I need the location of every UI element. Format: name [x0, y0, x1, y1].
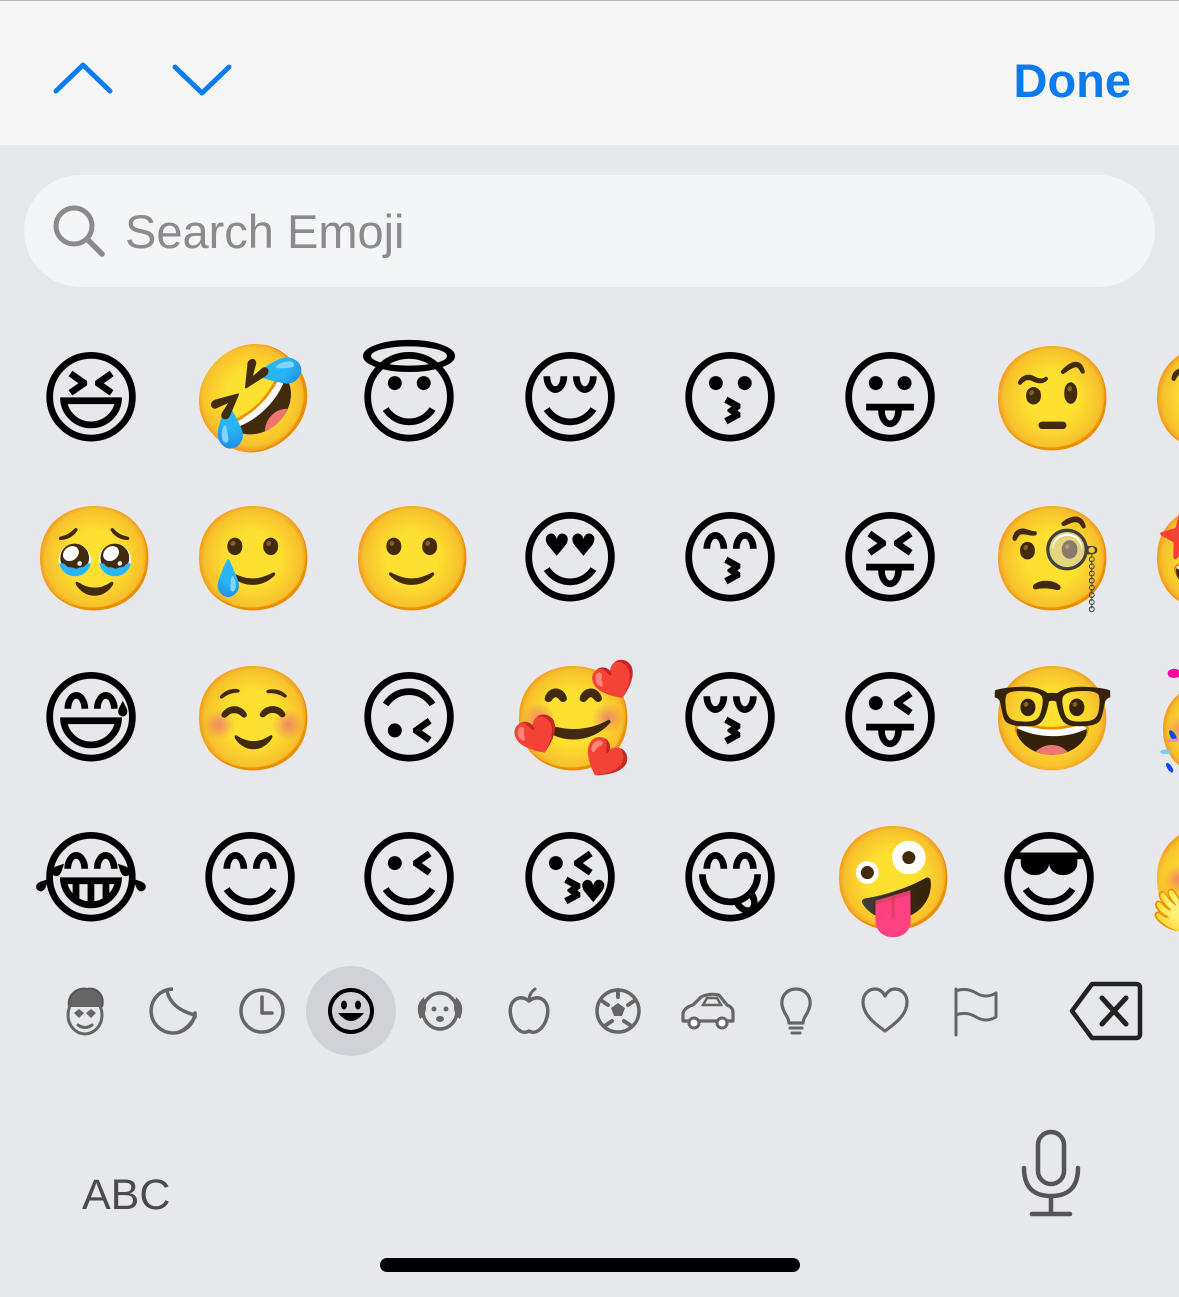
emoji-key[interactable]: 😌: [510, 340, 630, 460]
emoji-key[interactable]: 🥲: [190, 500, 317, 620]
done-button[interactable]: Done: [1014, 51, 1132, 111]
category-food[interactable]: [484, 966, 574, 1056]
emoji-key[interactable]: 😅: [31, 660, 151, 780]
search-icon: [53, 205, 105, 257]
emoji-key[interactable]: 🙃: [349, 660, 469, 780]
emoji-key[interactable]: 🤣: [190, 340, 317, 460]
emoji-key[interactable]: 🧐: [1148, 340, 1179, 460]
flags-icon: [954, 987, 998, 1037]
category-smileys[interactable]: [306, 966, 396, 1056]
recents-clock-icon: [239, 988, 285, 1034]
emoji-key[interactable]: 🙂: [349, 500, 476, 620]
emoji-key[interactable]: 😗: [670, 340, 790, 460]
activity-soccer-icon: [595, 988, 641, 1034]
keyboard-toolbar: Done: [0, 0, 1179, 145]
emoji-key[interactable]: 😜: [830, 660, 950, 780]
food-apple-icon: [508, 987, 550, 1034]
symbols-heart-icon: [861, 987, 909, 1033]
emoji-key[interactable]: 😘: [510, 820, 630, 940]
category-animals[interactable]: [395, 966, 485, 1056]
memoji-stickers-icon: [66, 987, 104, 1036]
category-memoji[interactable]: [40, 966, 130, 1056]
category-symbols[interactable]: [840, 966, 930, 1056]
category-travel[interactable]: [662, 966, 752, 1056]
animals-dog-icon: [417, 991, 463, 1031]
home-indicator: [380, 1258, 800, 1272]
category-bar: [0, 966, 1179, 1058]
emoji-key[interactable]: 😇: [349, 340, 469, 460]
category-recents[interactable]: [217, 966, 307, 1056]
emoji-key[interactable]: 😎: [989, 820, 1109, 940]
emoji-key[interactable]: 🤓: [989, 660, 1116, 780]
emoji-key[interactable]: 🥹: [31, 500, 158, 620]
stickers-icon: [149, 987, 197, 1035]
previous-field-button[interactable]: [48, 53, 118, 109]
objects-lightbulb-icon: [780, 987, 812, 1035]
search-input[interactable]: [125, 194, 1025, 268]
emoji-key[interactable]: 😂: [31, 820, 151, 940]
emoji-key[interactable]: 🤩: [1148, 500, 1179, 620]
emoji-key[interactable]: ☺️: [190, 660, 317, 780]
emoji-key[interactable]: 😋: [670, 820, 790, 940]
emoji-key[interactable]: 🥰: [510, 660, 637, 780]
emoji-key[interactable]: 🤨: [989, 340, 1116, 460]
emoji-grid: 😆 🤣 😇 😌 😗 😛 🤨 🧐 🥹 🥲 🙂 😍 😙 😝 🧐 🤩 😅 ☺️ 🙃 🥰 😚 😜 🤓 🥳 😂 😊 😉 😘 😋 🤪 😎 🤗: [0, 320, 1179, 960]
emoji-key[interactable]: 😚: [670, 660, 790, 780]
emoji-key[interactable]: 🤪: [830, 820, 957, 940]
emoji-key[interactable]: 😙: [670, 500, 790, 620]
chevron-down-icon: [172, 64, 232, 96]
emoji-key[interactable]: 🧐: [989, 500, 1116, 620]
smileys-icon: [328, 988, 374, 1034]
category-activity[interactable]: [573, 966, 663, 1056]
category-flags[interactable]: [929, 966, 1019, 1056]
emoji-key[interactable]: 😉: [349, 820, 469, 940]
emoji-key[interactable]: 😆: [31, 340, 151, 460]
abc-keyboard-button[interactable]: ABC: [82, 1170, 170, 1220]
backspace-icon[interactable]: [1068, 978, 1144, 1044]
category-stickers[interactable]: [128, 966, 218, 1056]
category-objects[interactable]: [751, 966, 841, 1056]
chevron-up-icon: [53, 62, 113, 94]
emoji-key[interactable]: 😝: [830, 500, 950, 620]
microphone-icon[interactable]: [1018, 1128, 1084, 1220]
emoji-key[interactable]: 🥳: [1148, 660, 1179, 780]
emoji-key[interactable]: 😛: [830, 340, 950, 460]
emoji-key[interactable]: 🤗: [1148, 820, 1179, 940]
emoji-key[interactable]: 😊: [190, 820, 310, 940]
travel-car-icon: [681, 992, 735, 1030]
next-field-button[interactable]: [167, 53, 237, 109]
emoji-key[interactable]: 😍: [510, 500, 630, 620]
